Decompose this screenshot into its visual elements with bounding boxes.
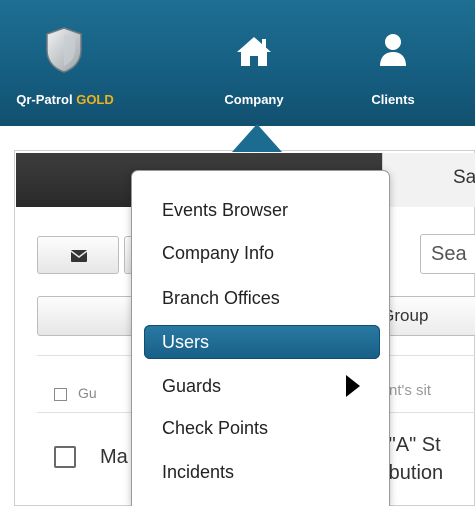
user-icon bbox=[380, 34, 406, 66]
menu-item-label: Events Browser bbox=[162, 200, 289, 220]
dropdown-caret bbox=[232, 124, 282, 152]
menu-item-branch-offices[interactable]: Branch Offices bbox=[144, 281, 380, 315]
menu-item-label: Check Points bbox=[162, 418, 269, 438]
menu-item-check-points[interactable]: Check Points bbox=[144, 411, 380, 445]
filter-bar[interactable] bbox=[37, 296, 137, 336]
menu-item-label: Guards bbox=[162, 376, 222, 396]
column-header-guard: Gu bbox=[78, 385, 97, 401]
brand-name: Qr-Patrol bbox=[16, 92, 73, 107]
envelope-icon bbox=[71, 250, 87, 262]
row-guard-name: Ma bbox=[100, 446, 128, 468]
nav-company-label: Company bbox=[224, 92, 284, 107]
menu-item-company-info[interactable]: Company Info bbox=[144, 236, 380, 270]
menu-item-label: Company Info bbox=[162, 243, 275, 263]
menu-item-guards[interactable]: Guards bbox=[144, 369, 380, 403]
select-all-checkbox[interactable] bbox=[54, 388, 67, 401]
row-checkbox[interactable] bbox=[54, 446, 76, 468]
menu-item-label: Incidents bbox=[162, 462, 235, 482]
brand-label: Qr-Patrol GOLD bbox=[0, 92, 150, 107]
search-input[interactable] bbox=[420, 234, 475, 274]
tab-secondary[interactable]: Sa bbox=[382, 153, 475, 207]
company-dropdown-menu: Events Browser Company Info Branch Offic… bbox=[131, 170, 390, 506]
nav-company[interactable]: Company bbox=[208, 0, 300, 126]
menu-item-events-browser[interactable]: Events Browser bbox=[144, 193, 380, 227]
brand-logo[interactable]: Qr-Patrol GOLD bbox=[0, 0, 150, 126]
nav-clients[interactable]: Clients bbox=[358, 0, 428, 126]
shield-icon bbox=[46, 27, 82, 73]
top-nav-bar: Qr-Patrol GOLD Company Clients bbox=[0, 0, 475, 126]
email-button[interactable] bbox=[37, 236, 119, 274]
brand-tier: GOLD bbox=[76, 92, 114, 107]
submenu-arrow-icon bbox=[346, 375, 360, 397]
tab-secondary-label: Sa bbox=[453, 167, 475, 188]
menu-item-label: Users bbox=[162, 332, 210, 352]
menu-item-users[interactable]: Users bbox=[144, 325, 380, 359]
menu-item-label: Branch Offices bbox=[162, 288, 280, 308]
menu-item-incidents[interactable]: Incidents bbox=[144, 455, 380, 489]
home-icon bbox=[237, 37, 271, 66]
nav-clients-label: Clients bbox=[371, 92, 415, 107]
